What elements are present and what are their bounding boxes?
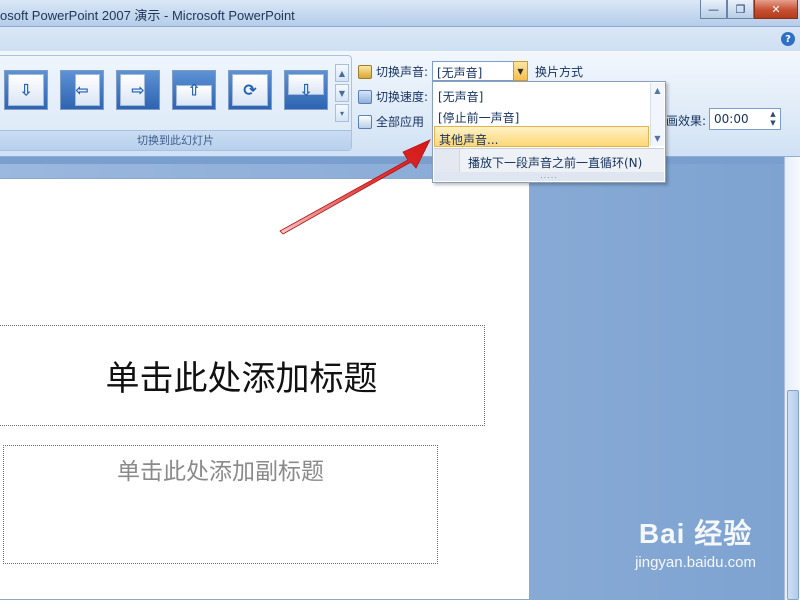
gallery-down-icon[interactable]: ▼ — [335, 84, 349, 102]
window-controls: — ❐ ✕ — [700, 0, 798, 19]
gallery-up-icon[interactable]: ▲ — [335, 64, 349, 82]
scroll-thumb[interactable] — [787, 390, 799, 600]
subtitle-placeholder-text: 单击此处添加副标题 — [117, 459, 324, 485]
push-up-icon[interactable]: ⇧ — [172, 70, 216, 110]
loop-option-row[interactable]: 播放下一段声音之前一直循环(N) — [434, 148, 664, 172]
gallery-more-icon[interactable]: ▾ — [335, 104, 349, 122]
workspace-top-strip — [0, 157, 800, 164]
wheel-icon[interactable]: ⟳ — [228, 70, 272, 110]
cover-down-icon[interactable]: ⇩ — [284, 70, 328, 110]
spinner-icon[interactable]: ▲ ▼ — [768, 110, 778, 128]
push-left-icon[interactable]: ⇦ — [60, 70, 104, 110]
apply-all-label: 全部应用 — [376, 115, 425, 129]
sound-select-value: [无声音] — [437, 66, 483, 80]
vertical-scrollbar[interactable] — [784, 157, 800, 600]
time-field[interactable]: 00:00 ▲ ▼ — [709, 108, 781, 130]
sound-label: 切换声音: — [376, 65, 429, 79]
group-label: 切换到此幻灯片 — [0, 130, 351, 150]
push-right-icon[interactable]: ⇨ — [116, 70, 160, 110]
dropdown-scrollbar[interactable]: ▲ ▼ — [650, 83, 664, 146]
scroll-down-icon[interactable]: ▼ — [654, 134, 660, 143]
chevron-down-icon[interactable]: ▼ — [513, 61, 528, 81]
checkbox-column — [434, 149, 460, 172]
subtitle-placeholder[interactable]: 单击此处添加副标题 — [3, 445, 438, 564]
title-bar: osoft PowerPoint 2007 演示 - Microsoft Pow… — [0, 0, 800, 27]
resize-grip-icon[interactable]: ..... — [434, 172, 664, 181]
dropdown-item-no-sound[interactable]: [无声音] — [434, 84, 649, 105]
dropdown-item-stop-previous[interactable]: [停止前一声音] — [434, 105, 649, 126]
watermark-brand: Bai 经验 — [638, 518, 753, 549]
minimize-button[interactable]: — — [700, 0, 727, 19]
sound-select[interactable]: [无声音] ▼ — [432, 61, 528, 81]
apply-all-button[interactable]: 全部应用 — [358, 113, 424, 130]
help-icon[interactable]: ? — [781, 32, 795, 46]
apply-all-icon — [358, 114, 372, 129]
speed-option: 切换速度: — [358, 88, 428, 105]
speed-icon — [358, 89, 372, 104]
slide-canvas[interactable]: 单击此处添加标题 单击此处添加副标题 — [0, 178, 530, 600]
baidu-watermark: Bai 经验 jingyan.baidu.com — [635, 512, 756, 571]
switch-mode-label: 换片方式 — [535, 65, 584, 79]
gallery-scroller[interactable]: ▲ ▼ ▾ — [335, 64, 349, 122]
ribbon-tabs-area: ? — [0, 27, 800, 51]
scroll-up-icon[interactable]: ▲ — [654, 86, 660, 95]
watermark-url: jingyan.baidu.com — [635, 554, 756, 571]
dropdown-item-other-sound[interactable]: 其他声音... — [434, 126, 649, 147]
transition-gallery-group: ⇩ ⇦ ⇨ ⇧ ⟳ ⇩ ▲ ▼ ▾ 切换到此幻灯片 — [0, 55, 352, 151]
speed-label: 切换速度: — [376, 90, 429, 104]
close-button[interactable]: ✕ — [754, 0, 798, 19]
effect-label: 画效果: — [666, 114, 707, 128]
title-placeholder[interactable]: 单击此处添加标题 — [0, 325, 485, 426]
loop-option-label: 播放下一段声音之前一直循环(N) — [468, 156, 643, 170]
wipe-down-icon[interactable]: ⇩ — [4, 70, 48, 110]
title-placeholder-text: 单击此处添加标题 — [105, 359, 378, 399]
sound-dropdown-list: [无声音] [停止前一声音] 其他声音... ▲ ▼ 播放下一段声音之前一直循环… — [432, 81, 666, 183]
restore-button[interactable]: ❐ — [727, 0, 754, 19]
sound-icon — [358, 64, 372, 79]
window-title: osoft PowerPoint 2007 演示 - Microsoft Pow… — [0, 8, 295, 23]
sound-option: 切换声音: — [358, 63, 428, 80]
time-value: 00:00 — [714, 112, 749, 126]
